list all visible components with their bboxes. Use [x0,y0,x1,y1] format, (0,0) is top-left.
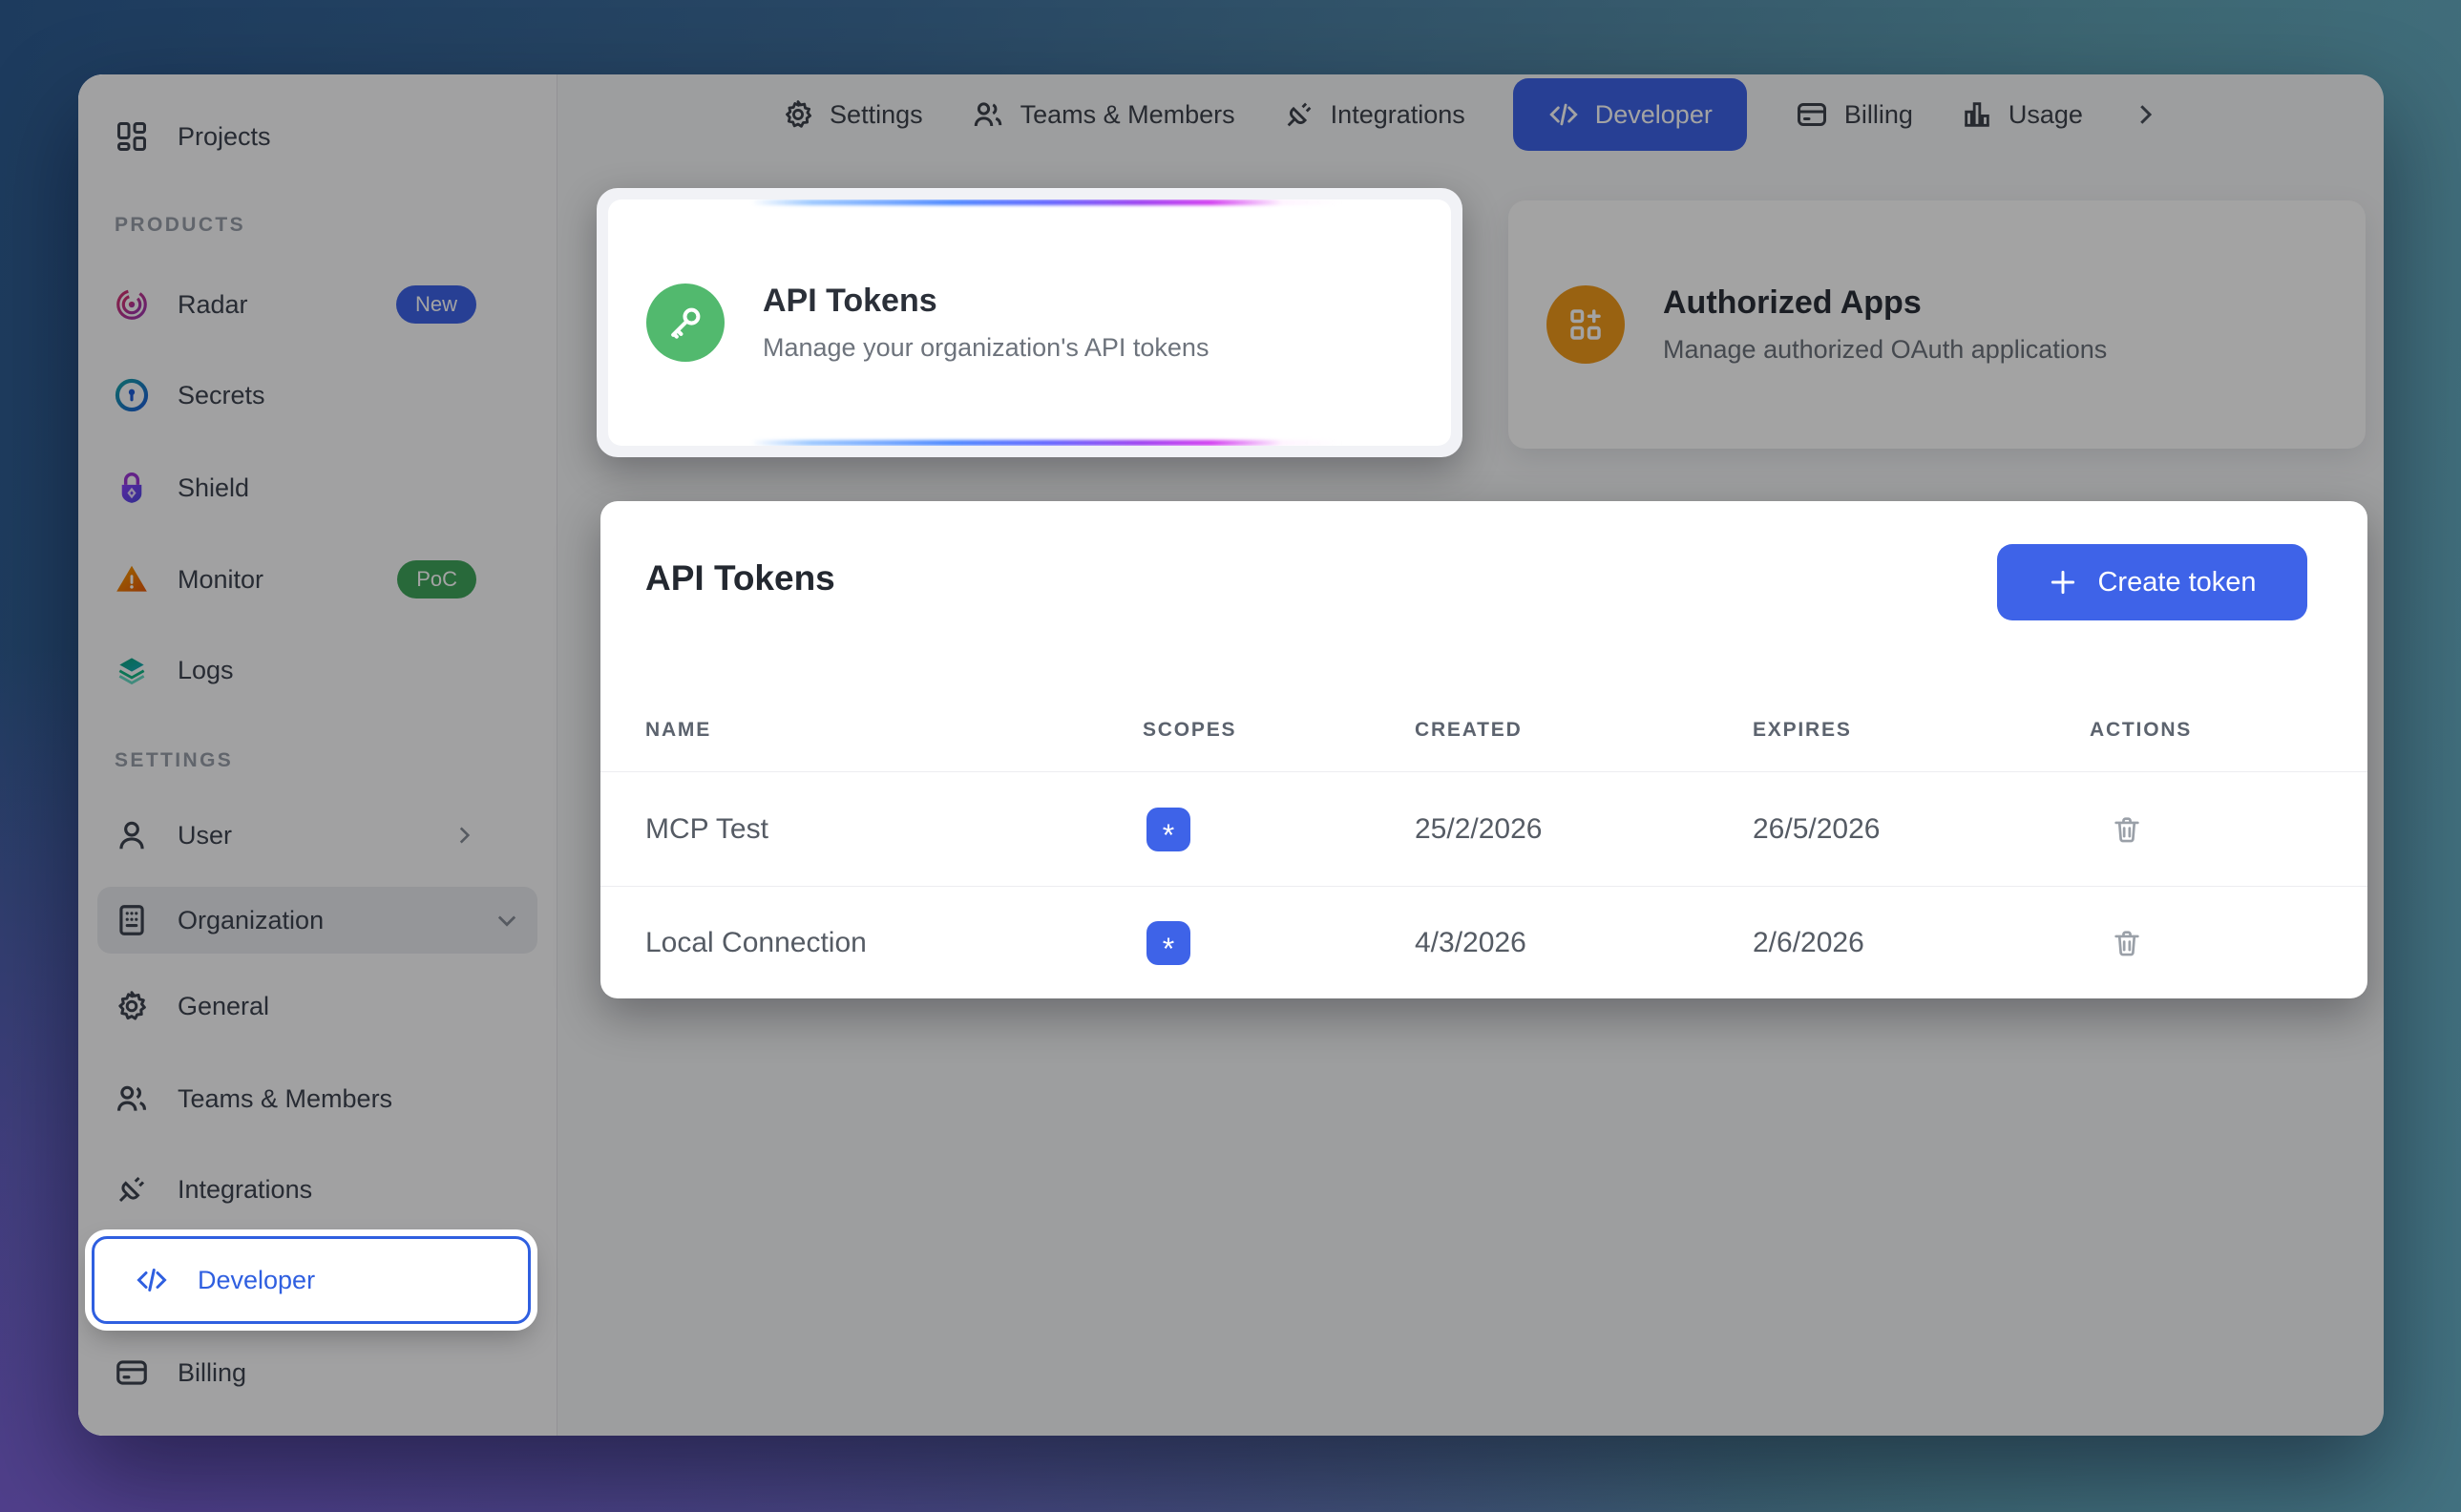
card-text: API Tokens Manage your organization's AP… [763,283,1209,363]
panel-title: API Tokens [645,558,835,598]
sidebar-item-developer[interactable]: Developer [92,1236,531,1324]
delete-token-button[interactable] [2107,808,2147,850]
create-token-label: Create token [2097,567,2256,598]
table-header-row: Name Scopes Created Expires Actions [600,719,2367,757]
table-row: Local Connection * 4/3/2026 2/6/2026 [600,886,2367,998]
key-icon [646,284,725,362]
column-header-created: Created [1415,719,1523,742]
background-gradient: Projects PRODUCTS Radar New Secrets [0,0,2461,1512]
table-row: MCP Test * 25/2/2026 26/5/2026 [600,771,2367,886]
token-created: 4/3/2026 [1415,927,1526,959]
create-token-button[interactable]: Create token [1997,544,2307,620]
token-expires: 2/6/2026 [1753,927,1864,959]
scope-badge: * [1146,921,1190,965]
column-header-expires: Expires [1753,719,1852,742]
delete-token-button[interactable] [2107,922,2147,964]
scope-badge: * [1146,808,1190,851]
app-window: Projects PRODUCTS Radar New Secrets [78,74,2384,1436]
token-expires: 26/5/2026 [1753,813,1880,846]
plus-icon [2048,567,2078,598]
column-header-name: Name [645,719,711,742]
api-tokens-card[interactable]: API Tokens Manage your organization's AP… [597,188,1462,457]
code-icon [133,1261,171,1299]
column-header-scopes: Scopes [1143,719,1236,742]
card-subtitle: Manage your organization's API tokens [763,333,1209,363]
column-header-actions: Actions [2090,719,2192,742]
token-created: 25/2/2026 [1415,813,1542,846]
token-name: Local Connection [645,927,867,959]
sidebar-item-label: Developer [198,1266,315,1295]
api-tokens-panel: API Tokens Create token Name Scopes Crea… [600,501,2367,998]
api-tokens-card-inner: API Tokens Manage your organization's AP… [608,200,1451,446]
card-title: API Tokens [763,283,1209,320]
token-name: MCP Test [645,813,768,846]
